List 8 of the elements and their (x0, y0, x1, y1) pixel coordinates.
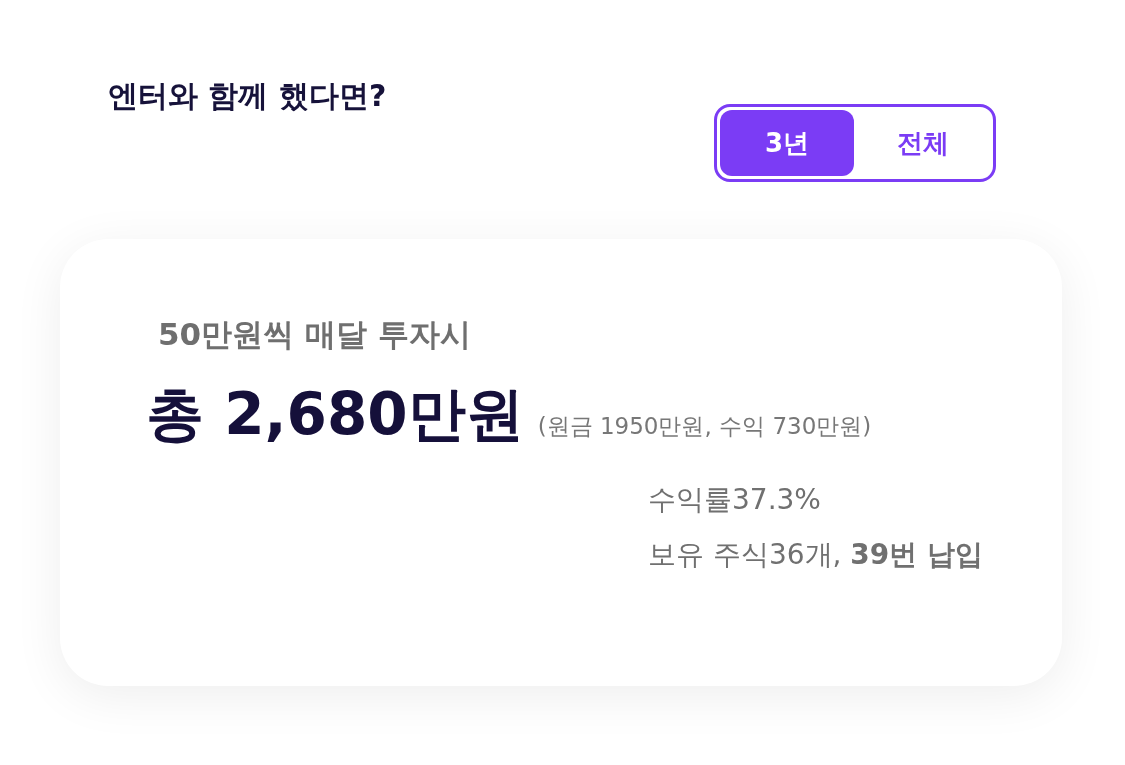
card-subtitle: 50만원씩 매달 투자시 (158, 315, 472, 354)
amount-breakdown: (원금 1950만원, 수익 730만원) (537, 412, 872, 441)
stat-line: 수익률37.3% (648, 482, 822, 518)
stat-line: 보유 주식36개, 39번 납입 (648, 537, 985, 573)
section-title: 엔터와 함께 했다면? (108, 78, 388, 114)
period-tab[interactable]: 전체 (856, 110, 990, 176)
period-tab[interactable]: 3년 (720, 110, 854, 176)
total-amount: 총 2,680만원 (146, 379, 524, 450)
